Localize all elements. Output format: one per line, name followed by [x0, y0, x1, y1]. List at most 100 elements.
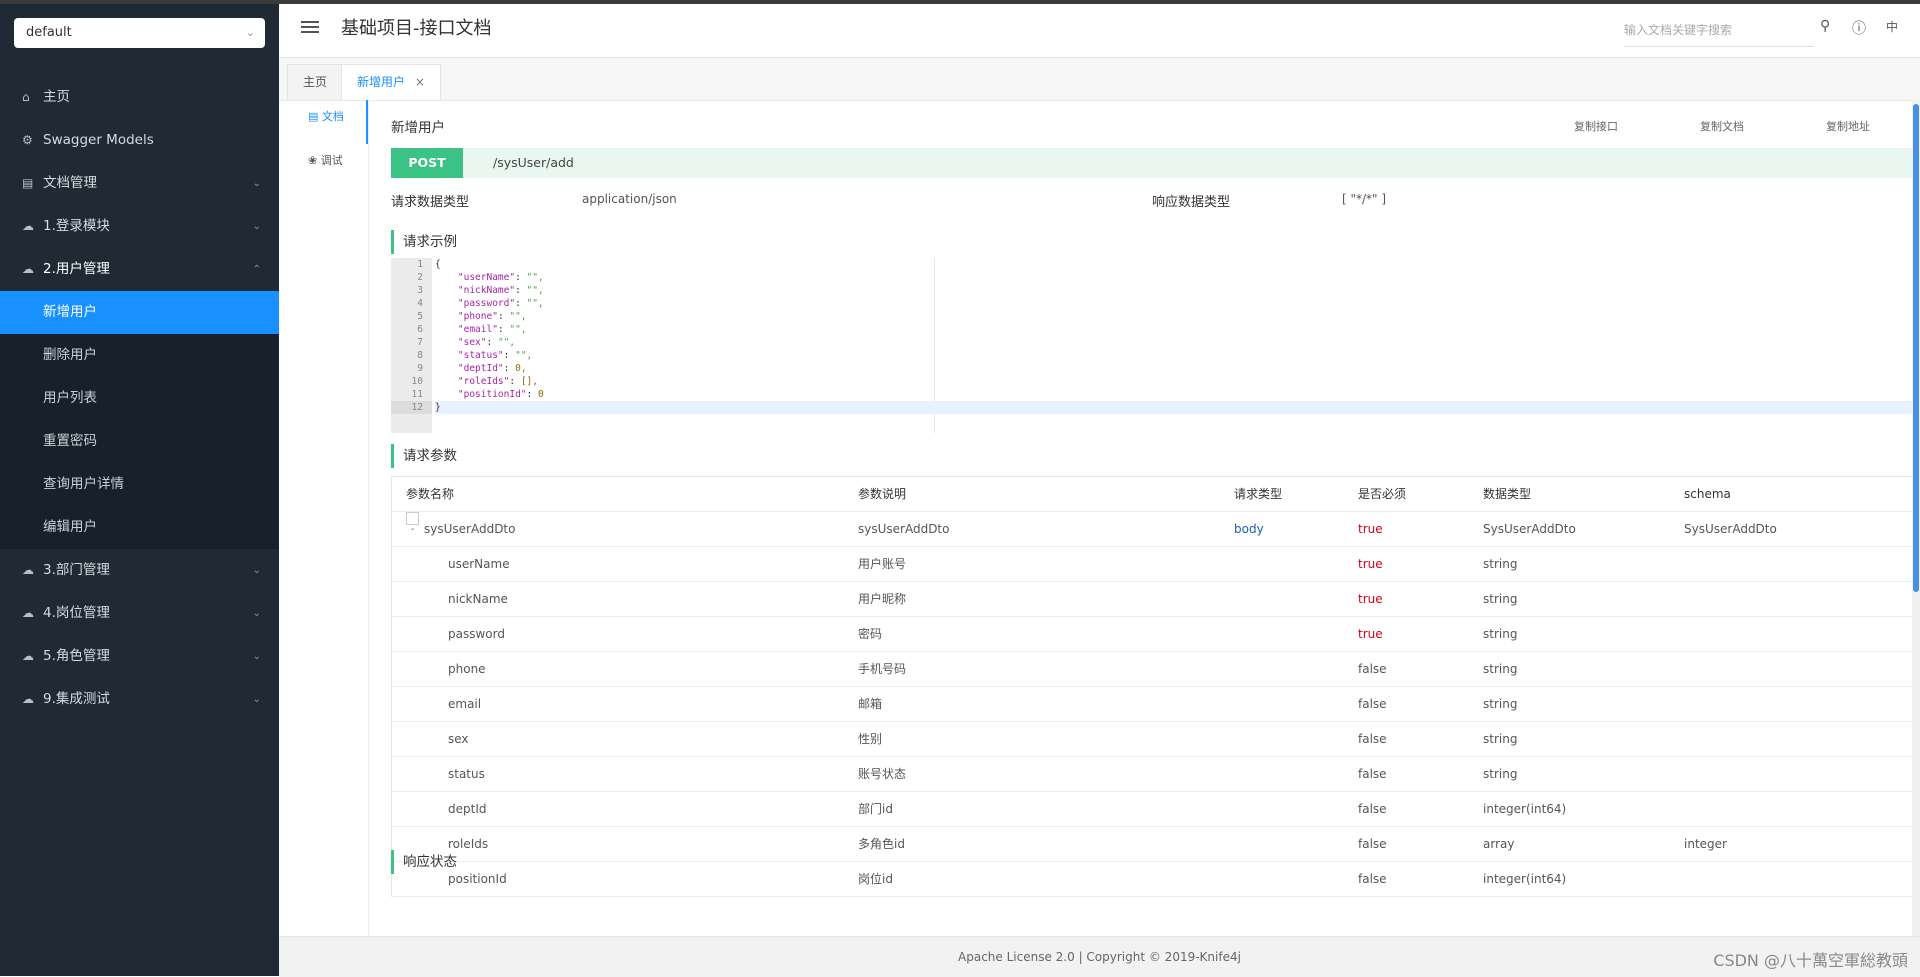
column-header: 请求类型	[1234, 487, 1283, 501]
line-gutter: 1 2 3 4 5 6 7 8 9 10 11 12	[391, 258, 432, 433]
param-required: false	[1358, 732, 1387, 746]
line-number: 7	[417, 337, 423, 348]
sidebar-subitem-user-list[interactable]: 用户列表	[0, 377, 279, 420]
code-editor[interactable]: 1 2 3 4 5 6 7 8 9 10 11 12 { "userName": "", "nickN…	[391, 258, 1912, 433]
search-input[interactable]: 输入文档关键字搜索	[1624, 14, 1814, 47]
column-header: 是否必须	[1358, 487, 1407, 501]
param-name: userName	[448, 557, 510, 571]
sidebar-item-dept-management[interactable]: ☁ 3.部门管理 ⌄	[0, 549, 279, 592]
chevron-up-icon: ⌃	[252, 264, 261, 275]
group-selector[interactable]: default ⌄	[14, 18, 265, 48]
search-icon[interactable]: ⚲	[1820, 18, 1830, 34]
help-icon[interactable]: ⓘ	[1852, 18, 1866, 38]
language-toggle[interactable]: 中	[1886, 18, 1898, 35]
sidebar-item-label: 文档管理	[43, 175, 97, 191]
copy-url-button[interactable]: 复制地址	[1826, 118, 1870, 134]
line-number: 4	[417, 298, 423, 309]
sidebar-item-login-module[interactable]: ☁ 1.登录模块 ⌄	[0, 205, 279, 248]
param-type: SysUserAddDto	[1483, 522, 1576, 536]
sidebar-item-label: 4.岗位管理	[43, 605, 110, 621]
sidebar-subitem-delete-user[interactable]: 删除用户	[0, 334, 279, 377]
param-desc: 用户昵称	[858, 592, 907, 606]
copy-doc-button[interactable]: 复制文档	[1700, 118, 1744, 134]
param-schema: integer	[1684, 837, 1727, 851]
endpoint-bar: POST /sysUser/add	[391, 148, 1912, 178]
cloud-icon: ☁	[22, 649, 34, 663]
sidebar-subitem-user-detail[interactable]: 查询用户详情	[0, 463, 279, 506]
line-number: 11	[411, 389, 423, 400]
param-desc: 部门id	[858, 802, 893, 816]
sidebar-item-label: 9.集成测试	[43, 691, 110, 707]
code-line: "status": "",	[457, 350, 533, 361]
table-row: nickName 用户昵称 true string	[392, 582, 1912, 617]
sidebar-subitem-reset-password[interactable]: 重置密码	[0, 420, 279, 463]
cloud-icon: ☁	[22, 219, 34, 233]
param-required: true	[1358, 627, 1383, 641]
doc-nav-debug[interactable]: ❀ 调试	[290, 144, 368, 188]
sidebar-item-label: 2.用户管理	[43, 261, 110, 277]
param-desc: 密码	[858, 627, 883, 641]
doc-nav: ▤ 文档 ❀ 调试	[290, 100, 368, 188]
sidebar-item-label: Swagger Models	[43, 132, 154, 148]
section-request-params: 请求参数	[391, 444, 457, 468]
table-row: deptId 部门id false integer(int64)	[392, 792, 1912, 827]
code-line: "deptId": 0,	[457, 363, 527, 374]
menu-toggle-icon[interactable]	[301, 18, 319, 36]
tab-label: 新增用户	[357, 75, 406, 89]
tab-home[interactable]: 主页	[287, 64, 344, 100]
section-request-example: 请求示例	[391, 230, 457, 254]
param-type: string	[1483, 662, 1518, 676]
page-title: 基础项目-接口文档	[341, 18, 492, 39]
home-icon: ⌂	[22, 90, 30, 104]
code-lines: { "userName": "", "nickName": "", "passw…	[435, 258, 1912, 414]
doc-nav-label: 文档	[321, 110, 344, 123]
table-row: email 邮箱 false string	[392, 687, 1912, 722]
sidebar-item-role-management[interactable]: ☁ 5.角色管理 ⌄	[0, 635, 279, 678]
req-type-label: 请求数据类型	[391, 195, 470, 210]
sidebar-subitem-label: 新增用户	[43, 304, 97, 320]
tab-add-user[interactable]: 新增用户 ×	[341, 64, 441, 100]
chevron-down-icon: ⌄	[252, 221, 261, 232]
code-line: "nickName": "",	[457, 285, 544, 296]
table-row: roleIds 多角色id false array integer	[392, 827, 1912, 862]
param-required: false	[1358, 872, 1387, 886]
copy-api-button[interactable]: 复制接口	[1574, 118, 1618, 134]
param-required: false	[1358, 837, 1387, 851]
table-row: sex 性别 false string	[392, 722, 1912, 757]
sidebar-item-user-management[interactable]: ☁ 2.用户管理 ⌃	[0, 248, 279, 291]
sidebar-item-doc-management[interactable]: ▤ 文档管理 ⌄	[0, 162, 279, 205]
param-desc: 用户账号	[858, 557, 907, 571]
sidebar-item-home[interactable]: ⌂ 主页	[0, 76, 279, 119]
param-type: string	[1483, 627, 1518, 641]
close-icon[interactable]: ×	[415, 75, 425, 89]
line-number: 2	[417, 272, 423, 283]
sidebar-item-label: 5.角色管理	[43, 648, 110, 664]
table-row: - sysUserAddDto sysUserAddDto body true …	[392, 512, 1912, 547]
sidebar-menu: ⌂ 主页 ⚙ Swagger Models ▤ 文档管理 ⌄ ☁ 1.登录模块 …	[0, 76, 279, 721]
sidebar-item-integration-test[interactable]: ☁ 9.集成测试 ⌄	[0, 678, 279, 721]
sidebar-subitem-add-user[interactable]: 新增用户	[0, 291, 279, 334]
tab-bar: 主页 新增用户 ×	[279, 58, 1920, 101]
chevron-down-icon: ⌄	[252, 178, 261, 189]
sidebar-item-swagger-models[interactable]: ⚙ Swagger Models	[0, 119, 279, 162]
sidebar-item-label: 主页	[43, 89, 70, 105]
code-line: "userName": "",	[457, 272, 544, 283]
param-schema: SysUserAddDto	[1684, 522, 1777, 536]
doc-nav-document[interactable]: ▤ 文档	[290, 100, 368, 144]
scrollbar-thumb[interactable]	[1913, 104, 1919, 592]
sidebar-subitem-edit-user[interactable]: 编辑用户	[0, 506, 279, 549]
param-required: true	[1358, 557, 1383, 571]
param-desc: sysUserAddDto	[858, 522, 950, 536]
table-row: phone 手机号码 false string	[392, 652, 1912, 687]
chevron-down-icon: ⌄	[252, 608, 261, 619]
code-line: "phone": "",	[457, 311, 527, 322]
section-response-status: 响应状态	[391, 850, 457, 874]
chevron-down-icon: ⌄	[252, 694, 261, 705]
collapse-toggle[interactable]: -	[406, 512, 419, 535]
param-in: body	[1234, 522, 1264, 536]
sidebar: default ⌄ ⌂ 主页 ⚙ Swagger Models ▤ 文档管理 ⌄…	[0, 4, 279, 976]
sidebar-item-position-management[interactable]: ☁ 4.岗位管理 ⌄	[0, 592, 279, 635]
sidebar-item-label: 3.部门管理	[43, 562, 110, 578]
param-type: string	[1483, 592, 1518, 606]
scrollbar[interactable]	[1912, 100, 1920, 936]
